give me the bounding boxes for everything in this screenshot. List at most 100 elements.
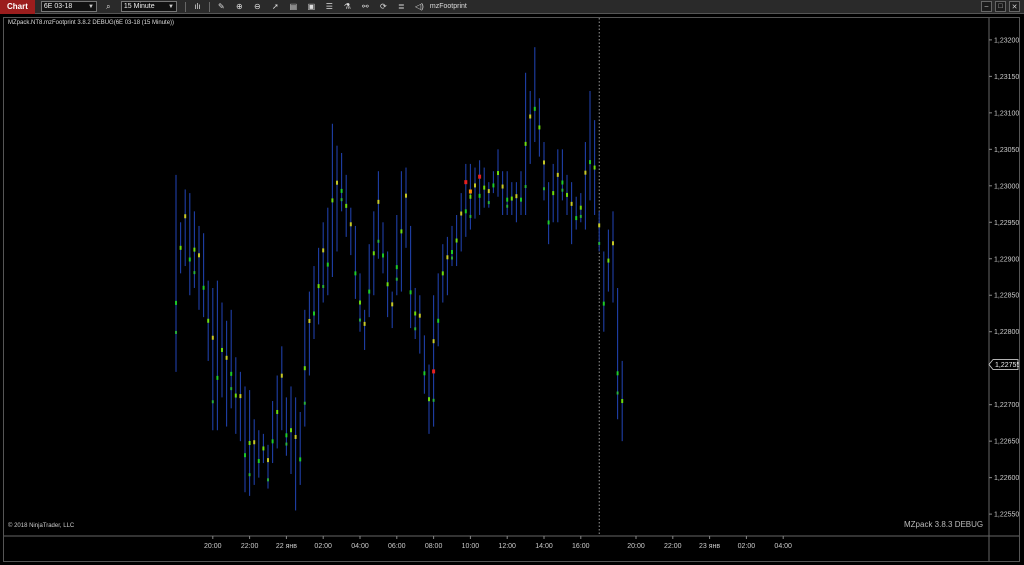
volume-cell — [405, 193, 407, 198]
volume-cell — [451, 250, 453, 255]
volume-cell — [497, 171, 499, 176]
volume-cell — [464, 209, 467, 214]
pencil-icon[interactable]: ✎ — [215, 1, 228, 13]
volume-cell — [198, 253, 200, 258]
volume-cell — [579, 214, 582, 218]
chart-toolbar: Chart 6E 03-18 ▼ ⌕ 15 Minute ▼ ılı ✎ ⊕ ⊖… — [0, 0, 1024, 14]
volume-cell — [538, 125, 541, 130]
volume-cell — [262, 446, 265, 451]
volume-cell — [515, 194, 518, 199]
toolbar-divider — [208, 1, 210, 12]
price-tick-label: 1,23150 — [994, 74, 1019, 81]
volume-cell — [395, 265, 398, 270]
volume-cell — [432, 398, 435, 402]
volume-cell — [483, 185, 486, 190]
volume-cell — [363, 321, 366, 326]
maximize-button[interactable]: □ — [995, 1, 1006, 12]
volume-cell — [602, 301, 605, 306]
chart-tab[interactable]: Chart — [0, 0, 35, 14]
volume-cell — [322, 284, 325, 288]
volume-cell — [589, 160, 591, 165]
imbalance-marker — [478, 174, 482, 179]
price-chart[interactable]: 1,23200 1,23150 1,23100 1,23050 1,23000 1,229… — [4, 18, 1019, 561]
data-box-icon[interactable]: ≣ — [395, 1, 408, 13]
chart-info-label: MZpack.NT8.mzFootprint 3.8.2 DEBUG(6E 03… — [8, 20, 175, 26]
time-tick-label: 04:00 — [774, 543, 792, 550]
volume-cell — [322, 248, 325, 253]
volume-cell — [225, 355, 228, 360]
indicators-icon[interactable]: ⚯ — [359, 1, 372, 13]
price-tick-label: 1,23000 — [994, 183, 1019, 190]
search-icon[interactable]: ⌕ — [102, 1, 115, 13]
strategy-icon[interactable]: ⚗ — [341, 1, 354, 13]
price-tick-label: 1,23200 — [994, 37, 1019, 44]
volume-cell — [368, 289, 371, 294]
volume-cell — [612, 241, 614, 246]
volume-cell — [377, 199, 380, 204]
volume-cell — [331, 198, 334, 203]
volume-cell — [179, 245, 182, 250]
volume-cell — [593, 165, 596, 170]
volume-cell — [276, 409, 279, 414]
volume-cell — [506, 204, 509, 208]
volume-cell — [487, 189, 490, 194]
volume-cell — [345, 203, 348, 208]
time-tick-label: 22:00 — [241, 543, 259, 550]
instrument-selector[interactable]: 6E 03-18 ▼ — [40, 1, 97, 12]
price-tick-label: 1,22600 — [994, 475, 1019, 482]
volume-cell — [193, 271, 196, 275]
reload-icon[interactable]: ⟳ — [377, 1, 390, 13]
price-tick-label: 1,23100 — [994, 110, 1019, 117]
volume-cell — [359, 300, 361, 305]
volume-cell — [244, 453, 246, 458]
volume-cell — [267, 478, 269, 482]
bar-type-icon[interactable]: ılı — [191, 1, 204, 13]
snapshot-icon[interactable]: ▣ — [305, 1, 318, 13]
interval-selector[interactable]: 15 Minute ▼ — [120, 1, 177, 12]
volume-cell — [579, 205, 582, 210]
volume-cell — [313, 311, 315, 316]
volume-cell — [202, 285, 205, 290]
volume-cell — [409, 290, 412, 295]
volume-cell — [395, 277, 398, 281]
volume-cell — [303, 401, 306, 405]
volume-cell — [441, 271, 444, 276]
price-tick-label: 1,22700 — [994, 402, 1019, 409]
volume-cell — [460, 211, 463, 216]
volume-cell — [414, 327, 417, 331]
volume-cell — [575, 216, 578, 221]
volume-cell — [207, 318, 210, 323]
zoom-in-icon[interactable]: ⊕ — [233, 1, 246, 13]
properties-icon[interactable]: ▤ — [287, 1, 300, 13]
volume-cell — [294, 434, 297, 439]
chart-trader-icon[interactable]: ☰ — [323, 1, 336, 13]
zoom-out-icon[interactable]: ⊖ — [251, 1, 264, 13]
indicator-label: mzFootprint — [429, 3, 467, 10]
volume-cell — [598, 223, 601, 228]
volume-cell — [524, 141, 527, 146]
volume-cell — [584, 170, 587, 175]
volume-cell — [193, 247, 196, 252]
volume-cell — [257, 459, 260, 464]
sound-icon: ◁) — [414, 2, 424, 11]
window-controls: – □ ✕ — [981, 1, 1020, 12]
volume-cell — [285, 442, 288, 446]
volume-cell — [561, 180, 564, 185]
volume-cell — [285, 433, 288, 438]
volume-cell — [234, 393, 237, 398]
volume-cell — [248, 473, 251, 477]
watermark-text: MZpack 3.8.3 DEBUG — [904, 520, 984, 529]
volume-cell — [230, 387, 233, 391]
chart-panel[interactable]: 1,23200 1,23150 1,23100 1,23050 1,23000 1,229… — [3, 17, 1020, 562]
volume-cell — [354, 271, 357, 276]
time-tick-label: 20:00 — [627, 543, 645, 550]
cursor-icon[interactable]: ➚ — [269, 1, 282, 13]
current-price-label: 1,22755 — [995, 362, 1019, 369]
time-tick-label: 22:00 — [664, 543, 682, 550]
close-button[interactable]: ✕ — [1009, 1, 1020, 12]
volume-cell — [418, 313, 421, 318]
minimize-button[interactable]: – — [981, 1, 992, 12]
volume-cell — [543, 187, 545, 191]
volume-cell — [616, 391, 619, 395]
volume-cell — [487, 201, 490, 205]
